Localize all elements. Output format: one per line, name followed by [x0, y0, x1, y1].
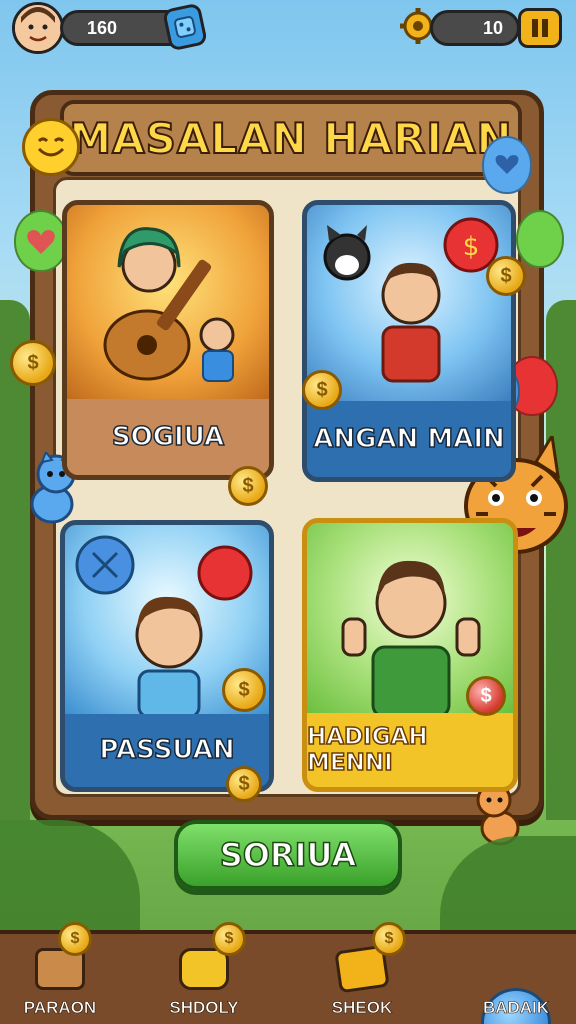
- pause-icon: [532, 19, 548, 37]
- nav-label-badaik: BADAIK: [482, 998, 550, 1018]
- svg-text:$: $: [463, 232, 480, 262]
- heart-balloon-icon: [14, 210, 68, 272]
- guitar-player-illustration-icon: [103, 227, 235, 382]
- card-1-coin-icon: $: [228, 466, 268, 506]
- dice-icon: [174, 16, 196, 38]
- green-balloon-icon: [516, 210, 564, 268]
- avatar-face-icon: [15, 5, 61, 51]
- boy-with-pets-illustration-icon: $: [323, 217, 499, 383]
- play-button[interactable]: SORIUA: [174, 820, 402, 890]
- pause-button[interactable]: [518, 8, 562, 48]
- nav-label-paraon: PARAON: [23, 998, 97, 1018]
- nav-coin-1-icon: $: [58, 922, 92, 956]
- add-currency-button[interactable]: [162, 2, 208, 52]
- smiley-balloon-icon: [22, 118, 80, 176]
- board-title: MASALAN HARIAN: [68, 113, 513, 164]
- card-2-coin-side-icon: $: [486, 256, 526, 296]
- nav-item-badaik[interactable]: BADAIK: [456, 934, 576, 1024]
- card-3-coin-icon: $: [222, 668, 266, 712]
- currency-value: 160: [86, 17, 117, 38]
- mission-card-2-art: $: [307, 205, 511, 401]
- nav-item-shdoly[interactable]: SHDOLY: [144, 934, 264, 1024]
- energy-counter: 10: [430, 10, 520, 46]
- mission-card-4-label: HADIGAH MENNI: [307, 713, 513, 787]
- nav-label-shdoly: SHDOLY: [169, 998, 239, 1018]
- coin-icon: $: [10, 340, 56, 386]
- nav-coin-2-icon: $: [212, 922, 246, 956]
- nav-label-sheok: SHEOK: [331, 998, 393, 1018]
- player-avatar[interactable]: [12, 2, 64, 54]
- play-button-label: SORIUA: [219, 835, 357, 875]
- mission-card-4[interactable]: HADIGAH MENNI: [302, 518, 518, 792]
- heart-balloon-blue-icon: [482, 136, 532, 194]
- mission-card-3[interactable]: PASSUAN: [60, 520, 274, 792]
- card-4-dollar-balloon-icon: $: [466, 676, 506, 716]
- nav-coin-3-icon: $: [372, 922, 406, 956]
- mission-card-1-label: SOGIUA: [67, 399, 269, 475]
- mission-card-2[interactable]: $ ANGAN MAIN: [302, 200, 516, 482]
- energy-value: 10: [482, 17, 503, 38]
- mission-card-1[interactable]: SOGIUA: [62, 200, 274, 480]
- card-2-coin-icon: $: [302, 370, 342, 410]
- nav-item-sheok[interactable]: SHEOK: [302, 934, 422, 1024]
- card-3-coin-bottom-icon: $: [226, 766, 262, 802]
- leaves-right: [440, 836, 576, 930]
- mission-card-1-art: [67, 205, 269, 400]
- leaves-left: [0, 820, 140, 930]
- board-title-plank: MASALAN HARIAN: [60, 100, 522, 176]
- mission-card-2-label: ANGAN MAIN: [307, 400, 511, 477]
